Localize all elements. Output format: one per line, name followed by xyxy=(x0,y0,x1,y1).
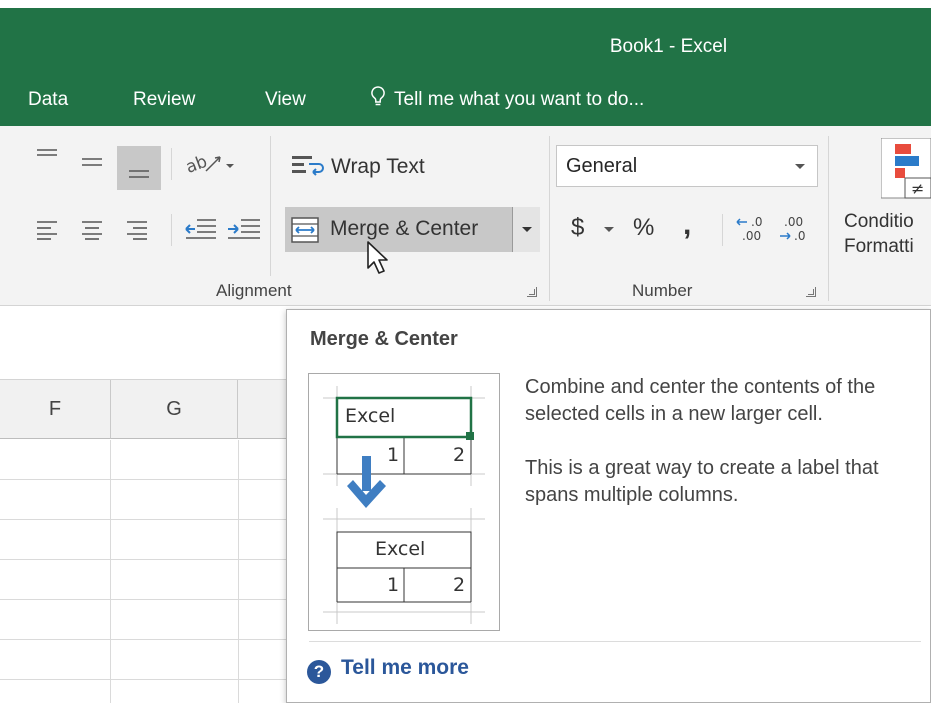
preview-before-value-1: 1 xyxy=(387,444,400,466)
top-align-icon[interactable] xyxy=(36,148,58,164)
conditional-formatting-label-1: Conditio xyxy=(844,211,914,232)
tooltip-description-2: This is a great way to create a label th… xyxy=(525,457,879,506)
conditional-formatting-button[interactable]: ≠ Conditio Formatti xyxy=(836,134,931,274)
tooltip-title: Merge & Center xyxy=(310,328,458,350)
conditional-formatting-label-2: Formatti xyxy=(844,236,914,257)
tab-data[interactable]: Data xyxy=(28,80,68,120)
middle-align-icon[interactable] xyxy=(81,156,103,172)
tell-me-more-label: Tell me more xyxy=(341,656,469,679)
svg-text:.0: .0 xyxy=(751,215,762,229)
column-header-f[interactable]: F xyxy=(0,380,111,439)
accounting-dropdown-icon[interactable] xyxy=(604,227,614,233)
tooltip-preview: Excel 1 2 Excel 1 2 xyxy=(308,373,500,631)
preview-before-value-2: 2 xyxy=(453,444,466,466)
tooltip-description-1: Combine and center the contents of the s… xyxy=(525,376,876,425)
chevron-down-icon xyxy=(795,164,805,169)
help-icon: ? xyxy=(307,660,331,684)
tell-me-more-link[interactable]: ? Tell me more xyxy=(307,656,469,684)
comma-symbol: , xyxy=(683,208,692,241)
lightbulb-icon xyxy=(371,86,385,106)
increase-indent-icon[interactable] xyxy=(227,218,261,240)
tooltip-divider xyxy=(309,641,921,642)
conditional-formatting-icon: ≠ xyxy=(881,138,931,199)
number-format-select[interactable]: General xyxy=(556,145,818,187)
column-f-label: F xyxy=(48,398,62,420)
bottom-align-button[interactable] xyxy=(117,146,161,190)
merge-options-dropdown[interactable] xyxy=(512,207,540,252)
comma-style-button[interactable]: , xyxy=(683,208,691,242)
svg-text:ab: ab xyxy=(186,152,210,175)
align-left-icon[interactable] xyxy=(36,220,58,240)
tell-me-text: Tell me what you want to do... xyxy=(394,89,645,110)
alignment-group-label: Alignment xyxy=(216,281,292,300)
alignment-dialog-launcher[interactable] xyxy=(527,287,537,297)
bottom-align-icon xyxy=(129,170,149,178)
svg-text:≠: ≠ xyxy=(911,179,924,198)
number-dialog-launcher[interactable] xyxy=(806,287,816,297)
orientation-icon[interactable]: ab xyxy=(186,151,236,175)
merge-preview-grid xyxy=(323,386,485,624)
align-center-icon[interactable] xyxy=(81,220,103,240)
accounting-format-button[interactable]: $ xyxy=(571,214,584,242)
preview-after-value-1: 1 xyxy=(387,574,400,596)
align-right-icon[interactable] xyxy=(126,220,148,240)
worksheet-grid[interactable] xyxy=(0,440,300,703)
tab-review[interactable]: Review xyxy=(133,80,195,120)
tell-me-search[interactable]: Tell me what you want to do... xyxy=(370,80,644,120)
merge-center-icon xyxy=(291,217,319,243)
column-header-g[interactable]: G xyxy=(111,380,238,439)
number-format-value: General xyxy=(566,155,638,177)
merge-center-button[interactable]: Merge & Center xyxy=(285,207,540,252)
merge-center-label: Merge & Center xyxy=(330,217,479,240)
preview-after-label: Excel xyxy=(375,538,426,560)
increase-decimal-icon[interactable]: .0.00 xyxy=(735,213,769,243)
column-g-label: G xyxy=(166,398,182,420)
preview-before-label: Excel xyxy=(345,405,396,427)
svg-text:.00: .00 xyxy=(742,229,761,243)
tab-view[interactable]: View xyxy=(265,80,306,120)
currency-symbol: $ xyxy=(571,214,585,241)
decrease-indent-icon[interactable] xyxy=(185,218,217,240)
decrease-decimal-icon[interactable]: .00.0 xyxy=(778,213,812,243)
preview-after-value-2: 2 xyxy=(453,574,466,596)
svg-text:.0: .0 xyxy=(794,229,805,243)
wrap-text-icon xyxy=(292,156,324,176)
number-group-label: Number xyxy=(632,281,693,300)
excel-window: Book1 - Excel Data Review View Tell me w… xyxy=(0,0,931,703)
window-title: Book1 - Excel xyxy=(609,36,728,57)
svg-text:.00: .00 xyxy=(784,215,803,229)
percent-symbol: % xyxy=(633,214,655,241)
wrap-text-label: Wrap Text xyxy=(331,155,425,178)
merge-center-tooltip: Merge & Center Excel 1 2 Excel 1 2 Combi… xyxy=(286,309,931,703)
tooltip-description: Combine and center the contents of the s… xyxy=(525,374,920,536)
mouse-pointer-icon xyxy=(367,241,388,274)
percent-style-button[interactable]: % xyxy=(633,214,654,242)
